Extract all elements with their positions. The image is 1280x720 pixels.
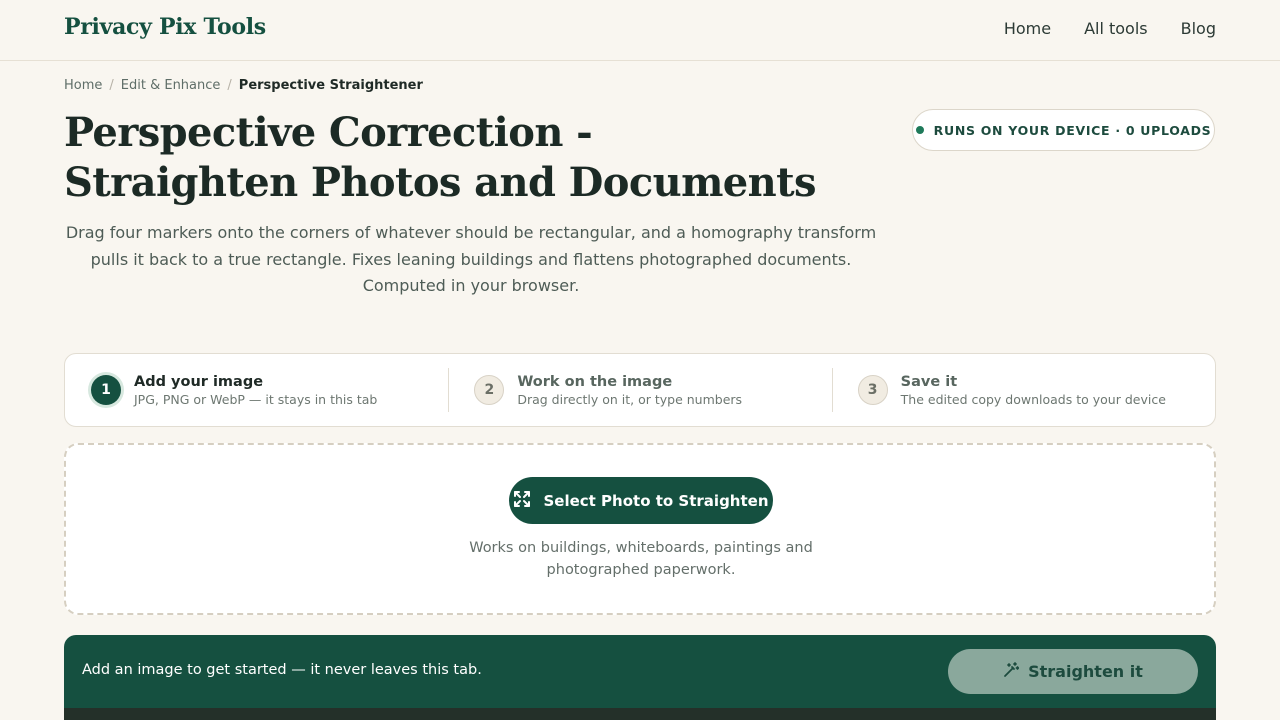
select-photo-button-label: Select Photo to Straighten bbox=[543, 491, 769, 510]
step-description: JPG, PNG or WebP — it stays in this tab bbox=[134, 391, 378, 407]
breadcrumb-separator: / bbox=[227, 78, 232, 93]
top-navigation-bar: Privacy Pix Tools Home All tools Blog bbox=[0, 0, 1280, 61]
status-dot-icon bbox=[915, 126, 924, 134]
nav-link-home[interactable]: Home bbox=[1004, 19, 1051, 38]
action-bar-message: Add an image to get started — it never l… bbox=[82, 662, 482, 678]
step-number: 3 bbox=[857, 375, 888, 405]
privacy-badge-label: RUNS ON YOUR DEVICE · 0 UPLOADS bbox=[933, 122, 1212, 138]
main-nav: Home All tools Blog bbox=[1004, 19, 1216, 38]
step-number: 2 bbox=[474, 375, 505, 405]
site-logo[interactable]: Privacy Pix Tools bbox=[64, 14, 266, 40]
breadcrumb: Home / Edit & Enhance / Perspective Stra… bbox=[64, 78, 423, 93]
breadcrumb-edit-enhance[interactable]: Edit & Enhance bbox=[121, 78, 221, 93]
step-title: Add your image bbox=[134, 373, 264, 390]
step-description: The edited copy downloads to your device bbox=[900, 391, 1166, 407]
step-title: Work on the image bbox=[517, 373, 673, 390]
nav-link-blog[interactable]: Blog bbox=[1181, 19, 1216, 38]
select-photo-button[interactable]: Select Photo to Straighten bbox=[509, 477, 773, 524]
breadcrumb-separator: / bbox=[109, 78, 114, 93]
straighten-button-label: Straighten it bbox=[1028, 662, 1143, 681]
privacy-badge: RUNS ON YOUR DEVICE · 0 UPLOADS bbox=[912, 109, 1215, 151]
step-work-on-image: 2 Work on the image Drag directly on it,… bbox=[448, 354, 831, 426]
nav-link-all-tools[interactable]: All tools bbox=[1084, 19, 1148, 38]
step-title: Save it bbox=[900, 373, 958, 390]
image-dropzone[interactable]: Select Photo to Straighten Works on buil… bbox=[64, 443, 1216, 615]
page-title: Perspective Correction - Straighten Phot… bbox=[64, 109, 817, 206]
breadcrumb-home[interactable]: Home bbox=[64, 78, 102, 93]
step-number: 1 bbox=[91, 375, 121, 405]
breadcrumb-current: Perspective Straightener bbox=[238, 78, 423, 93]
dropzone-hint: Works on buildings, whiteboards, paintin… bbox=[469, 540, 813, 578]
editor-canvas-edge bbox=[64, 708, 1216, 720]
steps-indicator: 1 Add your image JPG, PNG or WebP — it s… bbox=[64, 353, 1216, 427]
straighten-button[interactable]: Straighten it bbox=[948, 649, 1198, 694]
expand-arrows-icon bbox=[513, 490, 531, 512]
step-add-image: 1 Add your image JPG, PNG or WebP — it s… bbox=[65, 354, 448, 426]
page-subtitle: Drag four markers onto the corners of wh… bbox=[65, 223, 877, 295]
action-bar: Add an image to get started — it never l… bbox=[64, 635, 1216, 708]
magic-wand-icon bbox=[1003, 661, 1020, 682]
step-save: 3 Save it The edited copy downloads to y… bbox=[831, 354, 1215, 426]
step-description: Drag directly on it, or type numbers bbox=[517, 391, 743, 407]
